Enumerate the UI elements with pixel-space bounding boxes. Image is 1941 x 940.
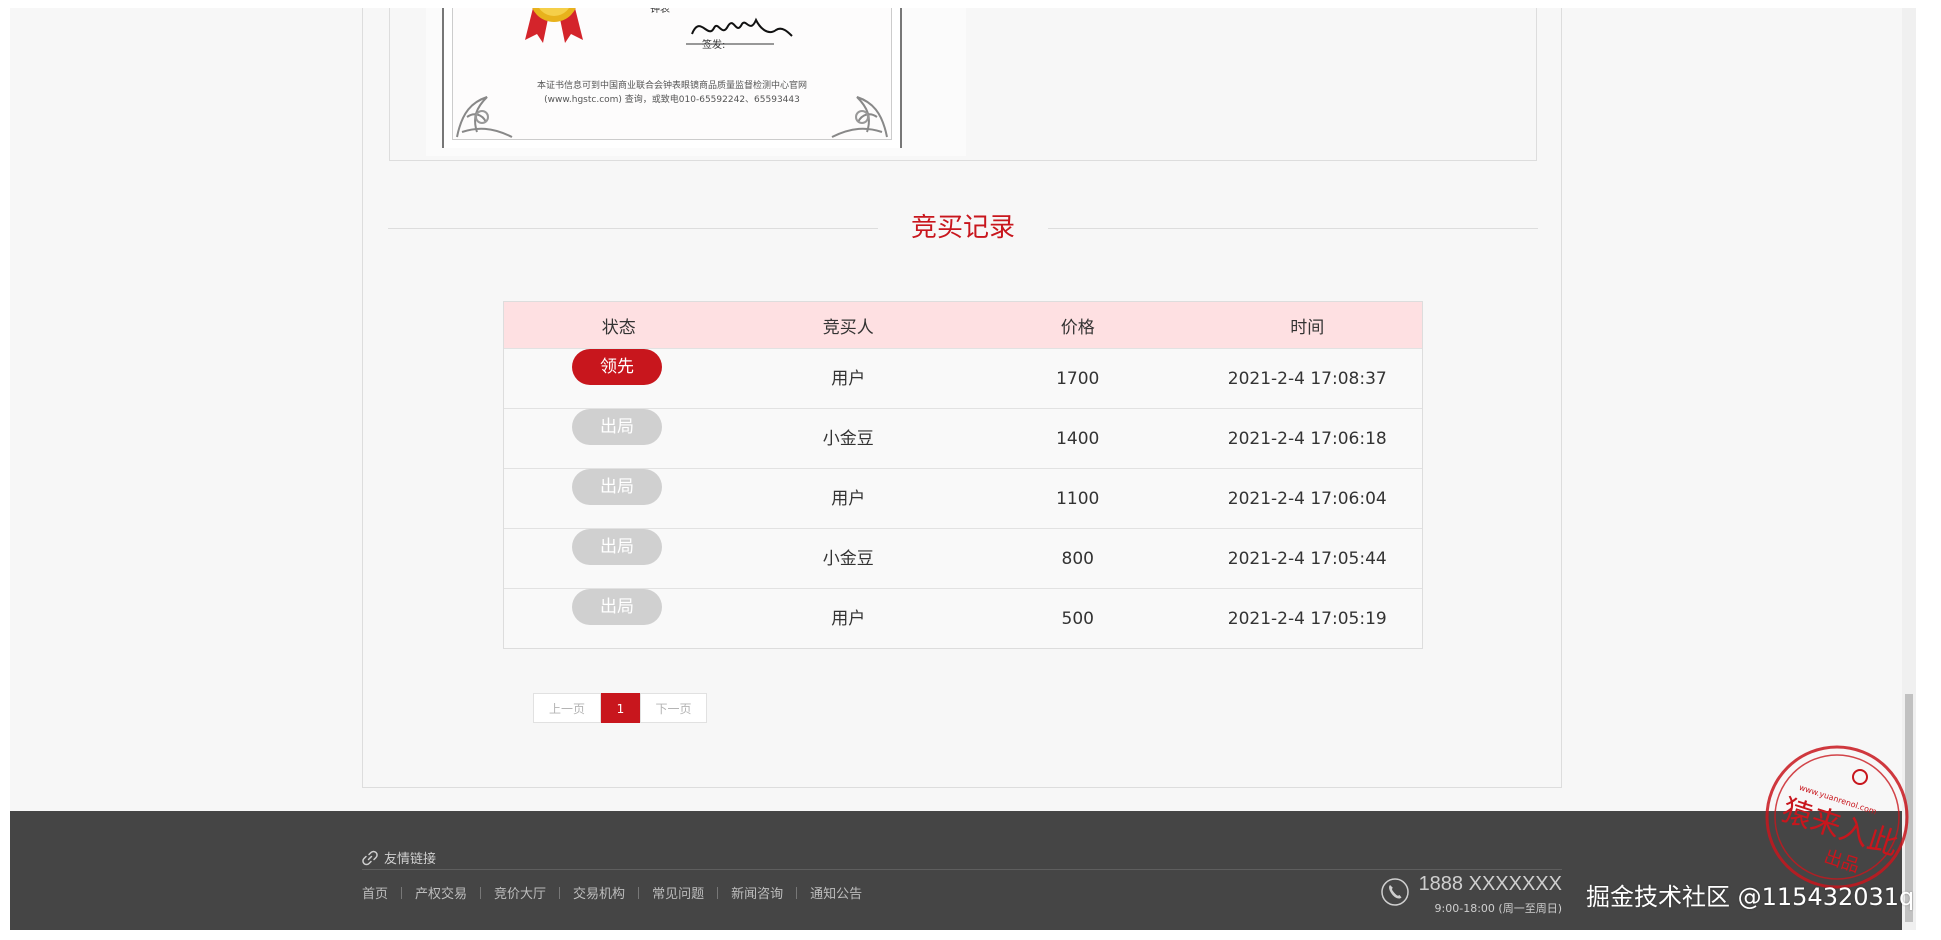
footer-link-property-trading[interactable]: 产权交易 (415, 883, 467, 902)
footer-separator (638, 886, 640, 899)
watermark-text: 掘金技术社区 @115432031q (1586, 883, 1915, 911)
bidder-cell: 小金豆 (822, 429, 874, 449)
table-row: 领先 用户 1700 2021-2-4 17:08:37 (504, 348, 1422, 408)
column-header-price: 价格 (1060, 317, 1095, 338)
price-cell: 500 (1061, 609, 1094, 629)
bid-records-title: 竞买记录 (910, 213, 1015, 243)
certificate-verify-line-2: (www.hgstc.com) 查询，或致电010-65592242、65593… (544, 95, 800, 105)
certificate-image: 钟表 签发: 本证书信息可到中国商业联合会钟表眼镜商品质量监督检测中心官网 (w… (426, 8, 966, 156)
status-badge-out: 出局 (572, 409, 662, 445)
footer-link-home[interactable]: 首页 (362, 883, 388, 902)
footer-separator (401, 886, 403, 899)
column-header-time: 时间 (1290, 317, 1325, 338)
footer-separator (717, 886, 719, 899)
phone-icon (1381, 878, 1409, 906)
medal-icon (525, 8, 583, 43)
footer-link-bidding-hall[interactable]: 竞价大厅 (494, 883, 546, 902)
table-row: 出局 用户 500 2021-2-4 17:05:19 (504, 588, 1422, 648)
pagination: 上一页 1 下一页 (533, 693, 707, 723)
bidder-cell: 用户 (831, 369, 866, 389)
time-cell: 2021-2-4 17:06:04 (1227, 489, 1387, 509)
time-cell: 2021-2-4 17:05:19 (1227, 609, 1387, 629)
signature-image (686, 17, 793, 45)
footer-separator (559, 886, 561, 899)
status-cell: 出局 (504, 589, 734, 648)
time-cell: 2021-2-4 17:06:18 (1227, 429, 1387, 449)
column-header-bidder: 竞买人 (822, 317, 874, 338)
price-cell: 1700 (1056, 369, 1100, 389)
status-badge-leading: 领先 (572, 349, 662, 385)
table-header: 状态 竞买人 价格 时间 (504, 302, 1422, 348)
certificate-verify-line-1: 本证书信息可到中国商业联合会钟表眼镜商品质量监督检测中心官网 (536, 81, 807, 91)
heading-divider-left (388, 228, 878, 229)
footer-divider (362, 869, 1562, 870)
table-row: 出局 小金豆 800 2021-2-4 17:05:44 (504, 528, 1422, 588)
watermark-stamp: www.yuanrenol.com 猿来入此 出品 (1765, 745, 1909, 889)
service-hours: 9:00-18:00 (周一至周日) (1434, 902, 1562, 915)
page-number-current[interactable]: 1 (601, 693, 640, 723)
status-badge-out: 出局 (572, 469, 662, 505)
next-page-button[interactable]: 下一页 (640, 693, 707, 723)
bid-records-table: 状态 竞买人 价格 时间 领先 用户 1700 2021-2-4 17:08:3… (503, 301, 1423, 649)
status-badge-out: 出局 (572, 529, 662, 565)
footer-link-trading-agencies[interactable]: 交易机构 (573, 883, 625, 902)
footer-link-notices[interactable]: 通知公告 (810, 883, 862, 902)
time-cell: 2021-2-4 17:08:37 (1227, 369, 1387, 389)
footer-separator (796, 886, 798, 899)
prev-page-button[interactable]: 上一页 (533, 693, 601, 723)
time-cell: 2021-2-4 17:05:44 (1227, 549, 1387, 569)
price-cell: 1400 (1056, 429, 1100, 449)
bidder-cell: 用户 (831, 609, 866, 629)
browser-viewport: 钟表 签发: 本证书信息可到中国商业联合会钟表眼镜商品质量监督检测中心官网 (w… (10, 8, 1916, 930)
bid-records-heading: 竞买记录 (388, 213, 1538, 243)
certificate-paper: 钟表 签发: 本证书信息可到中国商业联合会钟表眼镜商品质量监督检测中心官网 (w… (442, 8, 902, 148)
table-row: 出局 小金豆 1400 2021-2-4 17:06:18 (504, 408, 1422, 468)
certificate-box: 钟表 签发: 本证书信息可到中国商业联合会钟表眼镜商品质量监督检测中心官网 (w… (389, 8, 1537, 161)
status-badge-out: 出局 (572, 589, 662, 625)
table-row: 出局 用户 1100 2021-2-4 17:06:04 (504, 468, 1422, 528)
status-cell: 领先 (504, 349, 734, 408)
link-icon (362, 850, 378, 865)
status-cell: 出局 (504, 409, 734, 468)
footer-link-faq[interactable]: 常见问题 (652, 883, 704, 902)
footer-link-news[interactable]: 新闻咨询 (731, 883, 783, 902)
column-header-status: 状态 (601, 317, 636, 338)
heading-divider-right (1048, 228, 1538, 229)
phone-number: 1888 XXXXXXX (1418, 873, 1562, 895)
friend-links-title: 友情链接 (384, 852, 437, 867)
contact-phone: 1888 XXXXXXX 9:00-18:00 (周一至周日) (1380, 873, 1562, 915)
auction-detail-panel: 钟表 签发: 本证书信息可到中国商业联合会钟表眼镜商品质量监督检测中心官网 (w… (362, 8, 1562, 788)
status-cell: 出局 (504, 529, 734, 588)
footer: 友情链接 首页 产权交易 竞价大厅 交易机构 常见问题 新闻咨询 通知公告 18… (10, 811, 1916, 930)
friend-links-heading: 友情链接 (362, 848, 436, 867)
price-cell: 1100 (1056, 489, 1100, 509)
corner-ornament-icon (456, 96, 513, 138)
status-cell: 出局 (504, 469, 734, 528)
certificate-type: 钟表 (650, 8, 670, 15)
footer-nav: 首页 产权交易 竞价大厅 交易机构 常见问题 新闻咨询 通知公告 (362, 883, 862, 902)
corner-ornament-icon (831, 96, 888, 138)
bidder-cell: 用户 (831, 489, 866, 509)
bidder-cell: 小金豆 (822, 549, 874, 569)
price-cell: 800 (1061, 549, 1094, 569)
footer-separator (480, 886, 482, 899)
